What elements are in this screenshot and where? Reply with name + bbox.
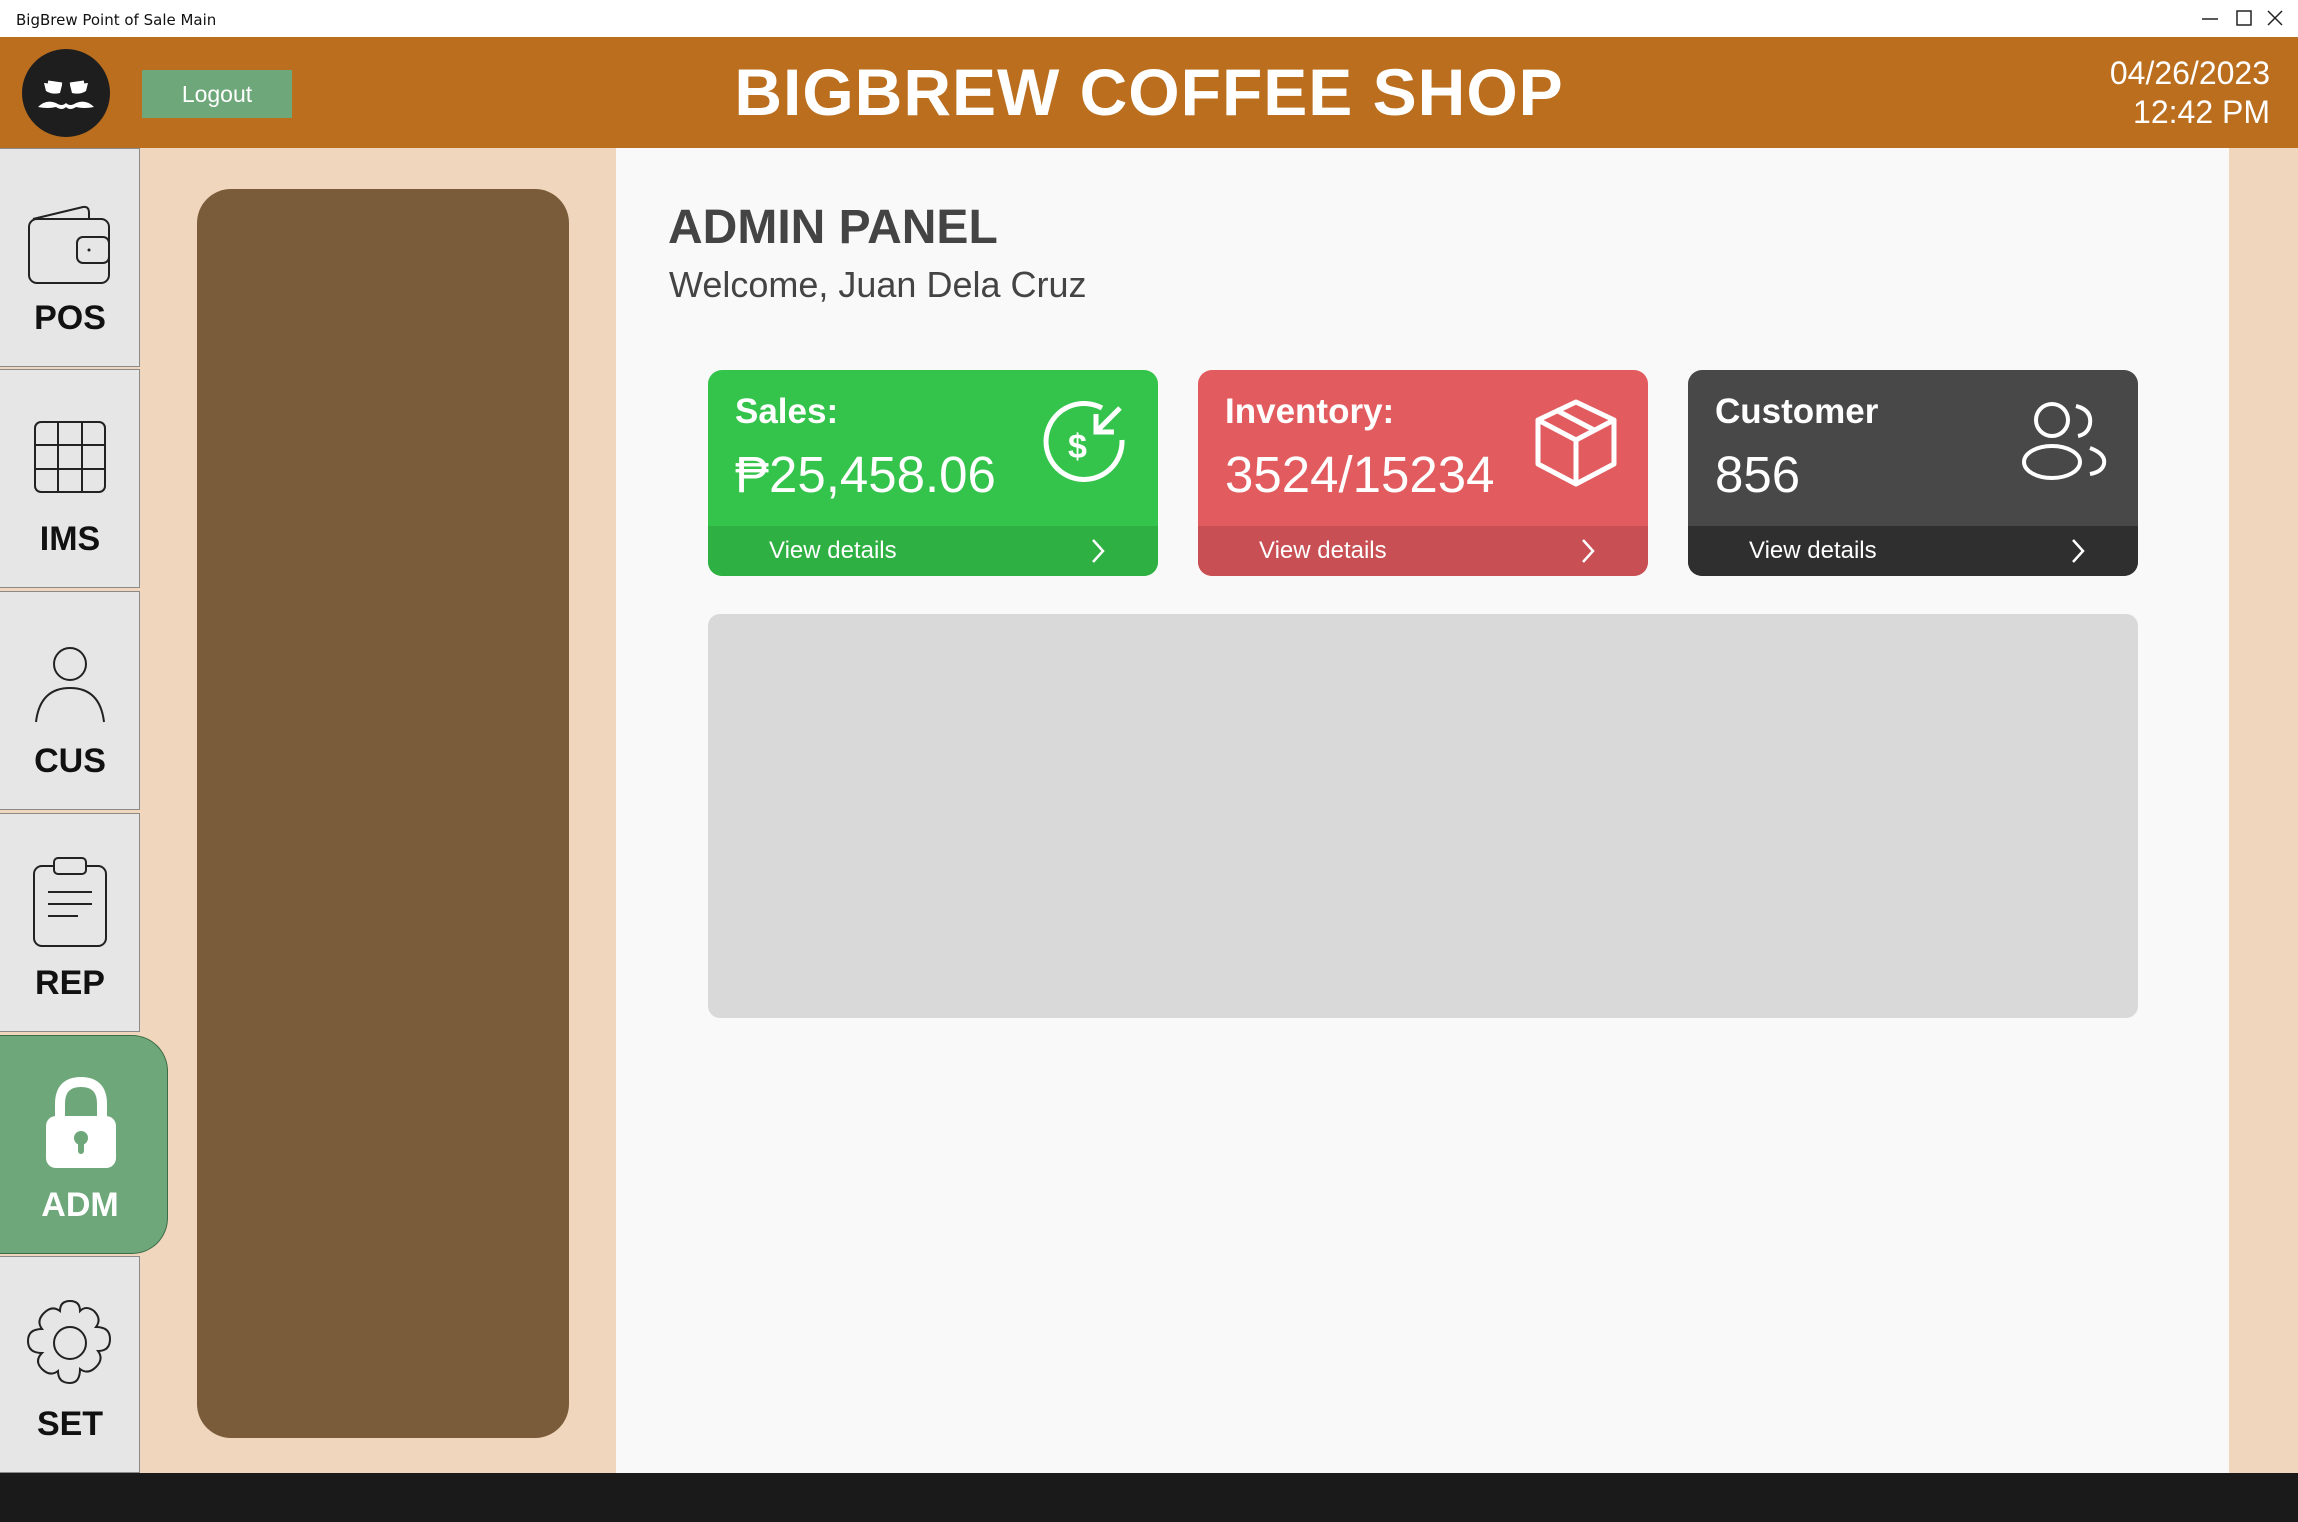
nav-item-ims[interactable]: IMS — [0, 369, 140, 588]
wallet-icon — [28, 205, 110, 284]
datetime-display: 04/26/2023 12:42 PM — [2110, 54, 2270, 132]
current-time: 12:42 PM — [2133, 94, 2270, 130]
sales-card-value: ₱25,458.06 — [735, 446, 996, 503]
shop-name: BIGBREW COFFEE SHOP — [734, 55, 1564, 129]
grid-icon — [34, 421, 106, 493]
nav-label-set: SET — [36, 1405, 104, 1443]
customer-card-value: 856 — [1715, 446, 1801, 503]
page-title: ADMIN PANEL — [668, 201, 998, 254]
nav-item-set[interactable]: SET — [0, 1256, 140, 1473]
sales-card: Sales: ₱25,458.06 $ View details — [708, 370, 1158, 576]
sales-view-details-label: View details — [769, 537, 897, 564]
nav-item-rep[interactable]: REP — [0, 813, 140, 1032]
admin-main-panel: ADMIN PANEL Welcome, Juan Dela Cruz Sale… — [616, 148, 2229, 1473]
box-icon — [1535, 399, 1617, 487]
clipboard-icon — [33, 857, 107, 947]
nav-item-adm[interactable]: ADM — [0, 1035, 168, 1254]
current-date: 04/26/2023 — [2109, 55, 2270, 91]
nav-label-ims: IMS — [39, 520, 101, 558]
inventory-card-value: 3524/15234 — [1225, 446, 1495, 503]
chevron-right-icon — [2072, 539, 2085, 563]
chevron-right-icon — [1092, 539, 1105, 563]
gear-icon — [26, 1299, 112, 1385]
inventory-view-details-label: View details — [1259, 537, 1387, 564]
lock-icon — [46, 1076, 116, 1168]
taskbar-strip — [0, 1473, 2298, 1522]
chevron-right-icon — [1582, 539, 1595, 563]
inventory-card-title: Inventory: — [1225, 392, 1395, 431]
user-icon — [35, 647, 105, 723]
users-icon — [2022, 402, 2107, 480]
close-icon — [2267, 10, 2283, 26]
customer-view-details-button[interactable]: View details — [1688, 526, 2138, 576]
sales-view-details-button[interactable]: View details — [708, 526, 1158, 576]
inventory-card: Inventory: 3524/15234 View details — [1198, 370, 1648, 576]
side-panel — [197, 189, 569, 1438]
inventory-view-details-button[interactable]: View details — [1198, 526, 1648, 576]
window-titlebar: BigBrew Point of Sale Main — [0, 0, 2298, 37]
dollar-refund-icon: $ — [1043, 401, 1125, 482]
welcome-message: Welcome, Juan Dela Cruz — [669, 264, 1087, 305]
nav-label-pos: POS — [34, 299, 106, 337]
nav-label-adm: ADM — [41, 1186, 119, 1224]
close-window-button[interactable] — [2252, 0, 2298, 37]
customer-card: Customer 856 View details — [1688, 370, 2138, 576]
dashboard-content-placeholder — [708, 614, 2138, 1018]
nav-label-rep: REP — [35, 964, 105, 1002]
customer-card-title: Customer — [1715, 392, 1879, 431]
nav-item-cus[interactable]: CUS — [0, 591, 140, 810]
customer-view-details-label: View details — [1749, 537, 1877, 564]
window-title: BigBrew Point of Sale Main — [16, 11, 217, 29]
svg-text:$: $ — [1068, 428, 1087, 466]
sales-card-title: Sales: — [735, 392, 839, 431]
nav-item-pos[interactable]: POS — [0, 148, 140, 367]
nav-label-cus: CUS — [34, 742, 106, 780]
